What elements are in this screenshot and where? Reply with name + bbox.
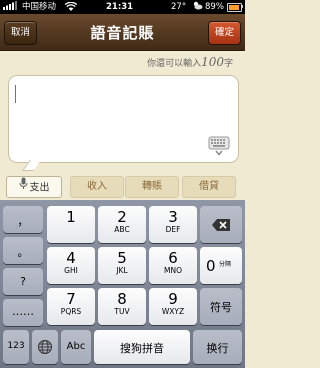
- backspace-icon: [211, 217, 231, 236]
- key-2[interactable]: 2 ABC: [98, 206, 146, 243]
- tab-transfer[interactable]: 轉賬: [125, 176, 179, 198]
- confirm-button[interactable]: 確定: [207, 21, 241, 45]
- key-1-num: 1: [66, 208, 76, 226]
- key-period[interactable]: 。: [3, 237, 43, 264]
- key-comma-label: ，: [17, 215, 29, 228]
- backspace-key[interactable]: [200, 206, 242, 243]
- num-mode-key[interactable]: 123: [3, 330, 29, 364]
- key-7[interactable]: 7 PQRS: [47, 288, 95, 325]
- clock: 21:31: [106, 2, 134, 12]
- key-comma[interactable]: ，: [3, 206, 43, 233]
- key-4-num: 4: [66, 249, 76, 267]
- nav-bar: 取消 語音記賬 確定: [0, 14, 245, 51]
- space-key[interactable]: 搜狗拼音: [94, 330, 190, 364]
- microphone-icon: [19, 177, 28, 198]
- tab-expense[interactable]: 支出: [6, 176, 62, 198]
- symbol-key-label: 符号: [210, 301, 232, 314]
- char-limit-hint: 你還可以輸入100字: [147, 55, 233, 69]
- key-8-num: 8: [117, 290, 127, 308]
- key-0[interactable]: 0 分隔: [200, 247, 242, 284]
- status-bar: 中国移动 21:31 27° 89%: [0, 0, 245, 14]
- hint-count: 100: [201, 55, 224, 69]
- return-key[interactable]: 换行: [193, 330, 242, 364]
- hint-prefix: 你還可以輸入: [147, 59, 202, 69]
- key-0-sub: 分隔: [219, 261, 232, 268]
- key-5[interactable]: 5 JKL: [98, 247, 146, 284]
- keyboard: ， 。 ? …… 1 2 ABC 3 DEF 4 GHI 5 JKL 6 MNO 7 PQR…: [0, 200, 245, 368]
- key-4[interactable]: 4 GHI: [47, 247, 95, 284]
- key-ellipsis-label: ……: [12, 305, 34, 318]
- key-3-letters: DEF: [165, 225, 181, 234]
- key-2-num: 2: [117, 208, 127, 226]
- key-9-letters: WXYZ: [161, 307, 185, 316]
- key-7-num: 7: [66, 290, 76, 308]
- key-5-letters: JKL: [116, 266, 128, 275]
- signal-icon: [3, 1, 19, 14]
- text-cursor: [15, 85, 16, 103]
- battery-icon: [227, 3, 242, 12]
- key-question-label: ?: [20, 275, 26, 288]
- tab-expense-label: 支出: [29, 182, 50, 194]
- abc-key-label: Abc: [66, 341, 86, 352]
- battery-percent: 89%: [205, 2, 224, 12]
- key-9[interactable]: 9 WXYZ: [149, 288, 197, 325]
- key-8[interactable]: 8 TUV: [98, 288, 146, 325]
- tab-income[interactable]: 收入: [70, 176, 124, 198]
- note-input[interactable]: [8, 75, 239, 163]
- keyboard-hide-icon[interactable]: [208, 136, 230, 156]
- hint-suffix: 字: [223, 59, 233, 69]
- key-9-num: 9: [168, 290, 178, 308]
- temperature: 27°: [171, 2, 187, 12]
- key-3-num: 3: [168, 208, 178, 226]
- key-2-letters: ABC: [114, 225, 130, 234]
- key-5-num: 5: [117, 249, 127, 267]
- globe-key[interactable]: [32, 330, 58, 364]
- num-mode-label: 123: [7, 341, 25, 351]
- tab-loan[interactable]: 借貸: [182, 176, 236, 198]
- key-8-letters: TUV: [114, 307, 130, 316]
- key-period-label: 。: [17, 246, 29, 259]
- symbol-key[interactable]: 符号: [200, 288, 242, 325]
- space-key-label: 搜狗拼音: [120, 342, 164, 355]
- abc-key[interactable]: Abc: [61, 330, 91, 364]
- carrier-name: 中国移动: [22, 2, 57, 12]
- key-1[interactable]: 1: [47, 206, 95, 243]
- key-ellipsis[interactable]: ……: [3, 299, 43, 326]
- globe-icon: [37, 339, 53, 359]
- battery-tip: [242, 5, 243, 8]
- key-6-num: 6: [168, 249, 178, 267]
- weather-icon: [192, 1, 203, 14]
- key-7-letters: PQRS: [60, 307, 82, 316]
- key-3[interactable]: 3 DEF: [149, 206, 197, 243]
- key-0-num: 0: [206, 257, 216, 275]
- key-6-letters: MNO: [164, 266, 182, 275]
- key-question[interactable]: ?: [3, 268, 43, 295]
- return-key-label: 换行: [206, 342, 229, 355]
- key-4-letters: GHI: [64, 266, 78, 275]
- key-6[interactable]: 6 MNO: [149, 247, 197, 284]
